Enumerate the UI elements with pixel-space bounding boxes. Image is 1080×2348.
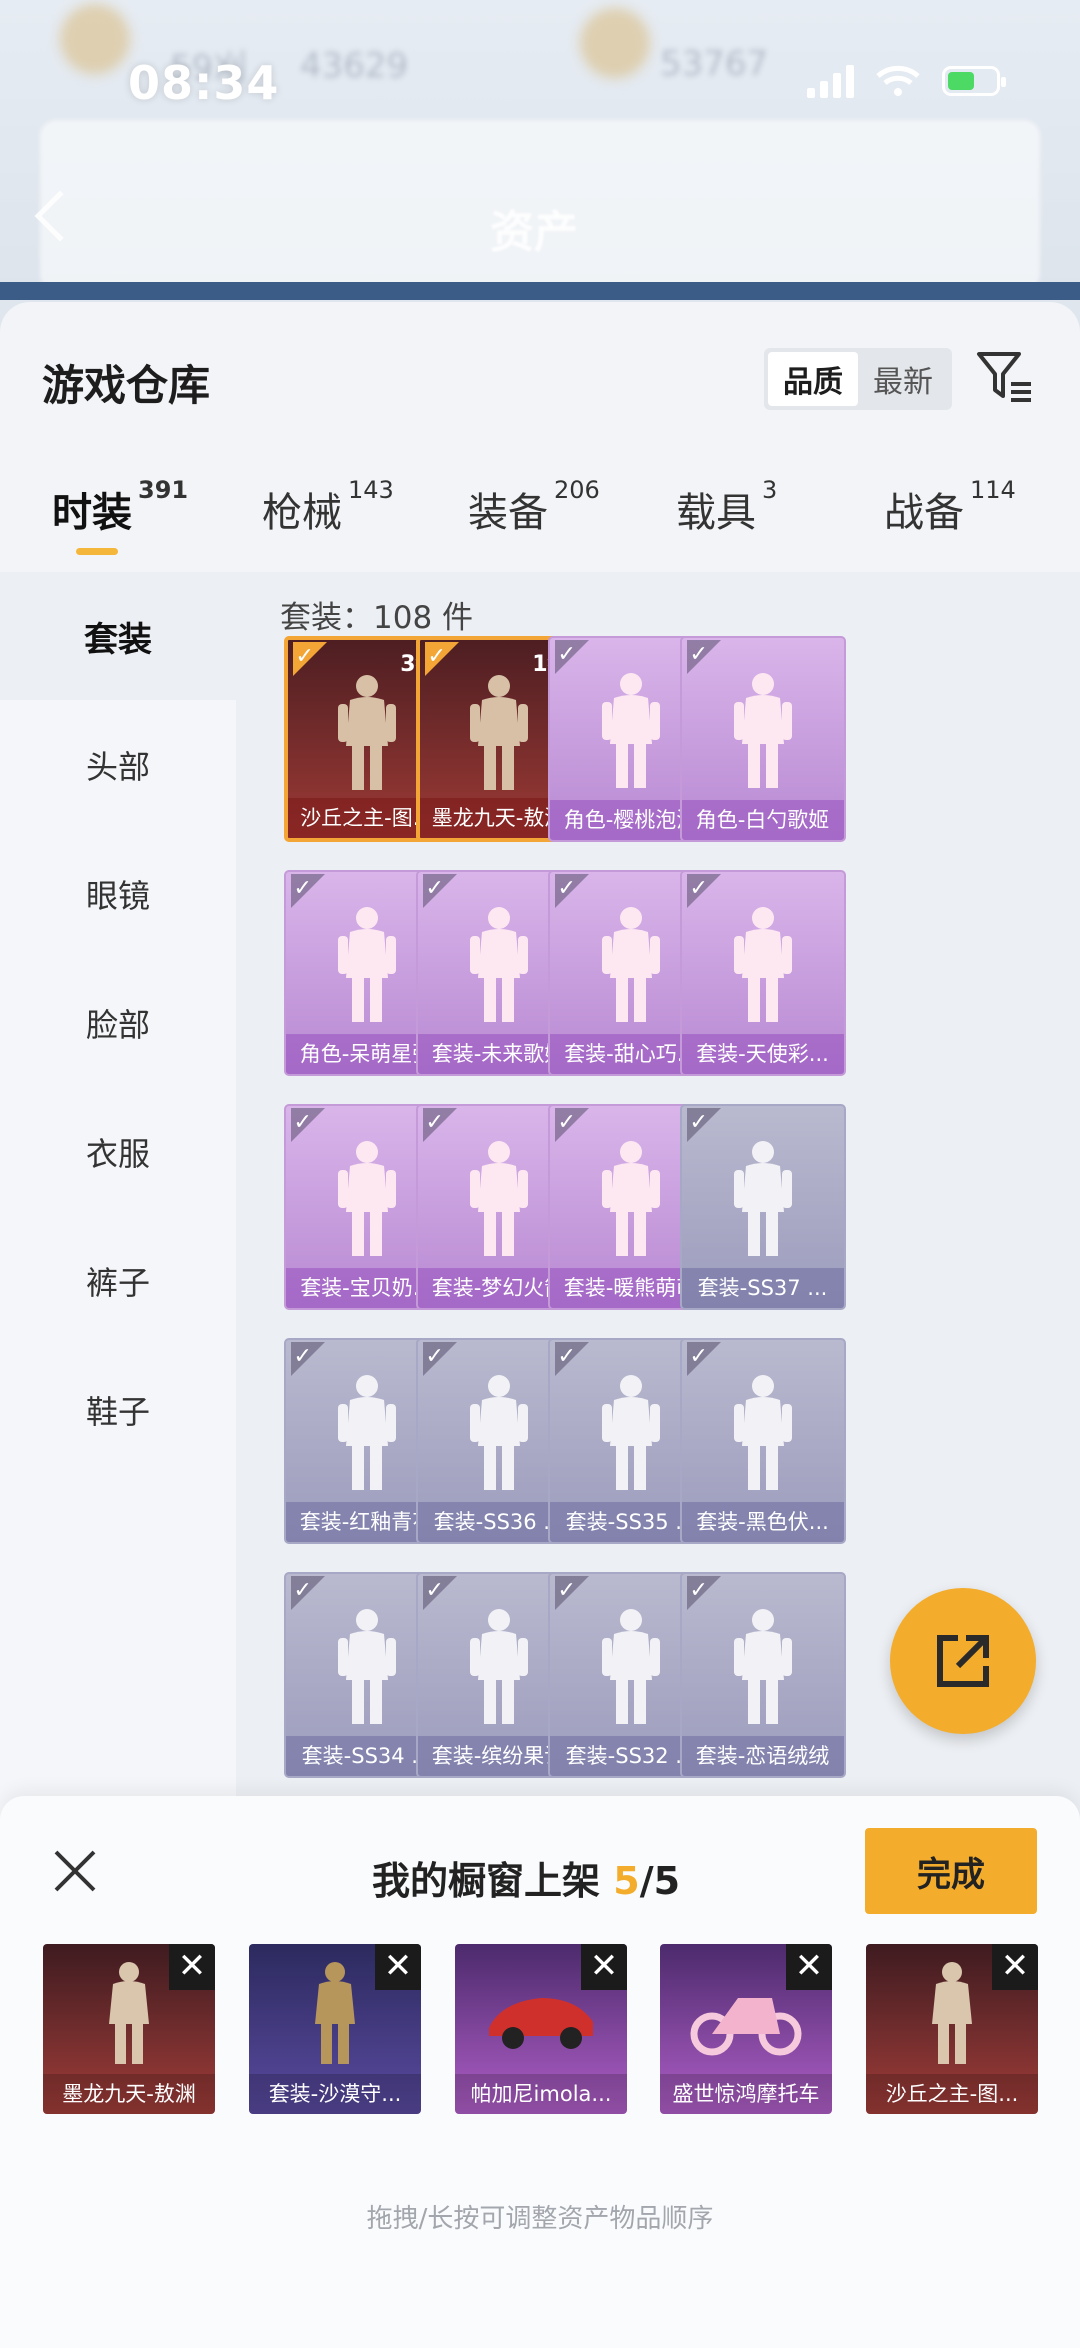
active-tab-indicator <box>76 548 118 555</box>
bg-band <box>0 282 1080 300</box>
remove-icon[interactable]: ✕ <box>581 1944 627 1990</box>
tab-count: 3 <box>762 476 778 504</box>
tab-supplies[interactable]: 战备 114 <box>884 476 1016 538</box>
item-count-label: 套装：108 件 <box>280 600 474 636</box>
showcase-item-name: 沙丘之主-图... <box>866 2074 1038 2114</box>
item-name: 套装-天使彩... <box>681 1034 844 1074</box>
sidebar-item-glasses[interactable]: 眼镜 <box>0 829 236 958</box>
tab-label: 枪械 <box>262 490 342 536</box>
outfit-figure-icon <box>733 1375 792 1490</box>
bg-value-3: 53767 <box>660 44 769 84</box>
tab-count: 143 <box>348 476 394 504</box>
item-name: 套装-黑色伏... <box>681 1502 844 1542</box>
outfit-figure-icon <box>733 907 792 1022</box>
showcase-total-count: /5 <box>639 1859 681 1903</box>
bg-flame-icon <box>580 8 650 78</box>
showcase-slot[interactable]: ✕ 沙丘之主-图... <box>866 1944 1038 2114</box>
item-card[interactable]: ✓ 套装-SS37 ... <box>679 1104 846 1310</box>
item-name: 套装-SS37 ... <box>681 1268 844 1308</box>
done-button[interactable]: 完成 <box>865 1828 1037 1914</box>
filter-icon[interactable] <box>975 350 1035 406</box>
outfit-figure-icon <box>469 1375 528 1490</box>
showcase-item-name: 套装-沙漠守... <box>249 2074 421 2114</box>
sidebar-item-sets[interactable]: 套装 <box>0 572 236 700</box>
showcase-title-text: 我的橱窗上架 <box>372 1859 614 1903</box>
item-card[interactable]: ✓ 套装-黑色伏... <box>679 1338 846 1544</box>
showcase-item-name: 帕加尼imola... <box>455 2074 627 2114</box>
showcase-panel: 我的橱窗上架 5/5 完成 ✕ 墨龙九天-敖渊 ✕ 套装-沙漠守... ✕ 帕加尼imol… <box>0 1796 1080 2348</box>
status-icons <box>807 64 1006 98</box>
outfit-figure-icon <box>601 907 660 1022</box>
outfit-figure-icon <box>337 907 396 1022</box>
showcase-item-name: 盛世惊鸿摩托车 <box>660 2074 832 2114</box>
tab-count: 114 <box>970 476 1016 504</box>
outfit-figure-icon <box>733 1141 792 1256</box>
tab-count: 391 <box>138 476 189 504</box>
sidebar-item-head[interactable]: 头部 <box>0 700 236 829</box>
sheet-title: 游戏仓库 <box>42 361 211 410</box>
remove-icon[interactable]: ✕ <box>786 1944 832 1990</box>
outfit-figure-icon <box>469 907 528 1022</box>
item-name: 套装-恋语绒绒 <box>681 1736 844 1776</box>
background-header: 59刈 43629 53767 资产 08:34 <box>0 0 1080 300</box>
showcase-slot[interactable]: ✕ 帕加尼imola... <box>455 1944 627 2114</box>
outfit-figure-icon <box>469 675 528 790</box>
tab-label: 战备 <box>884 490 964 536</box>
outfit-figure-icon <box>733 673 792 788</box>
close-icon[interactable] <box>50 1846 100 1896</box>
outfit-figure-icon <box>469 1609 528 1724</box>
bg-page-title: 资产 <box>490 207 578 258</box>
tab-label: 时装 <box>52 490 132 536</box>
item-card[interactable]: ✓ 套装-恋语绒绒 <box>679 1572 846 1778</box>
outfit-figure-icon <box>601 1141 660 1256</box>
item-card[interactable]: ✓ 套装-天使彩... <box>679 870 846 1076</box>
tab-label: 装备 <box>468 490 548 536</box>
remove-icon[interactable]: ✕ <box>375 1944 421 1990</box>
signal-icon <box>807 64 854 98</box>
showcase-slot[interactable]: ✕ 墨龙九天-敖渊 <box>43 1944 215 2114</box>
share-button[interactable] <box>890 1588 1036 1734</box>
sidebar-item-shoes[interactable]: 鞋子 <box>0 1345 236 1474</box>
sort-quality-button[interactable]: 品质 <box>768 352 858 406</box>
remove-icon[interactable]: ✕ <box>992 1944 1038 1990</box>
tab-vehicles[interactable]: 载具 3 <box>676 476 777 538</box>
outfit-figure-icon <box>337 1609 396 1724</box>
outfit-figure-icon <box>337 1141 396 1256</box>
sidebar-item-pants[interactable]: 裤子 <box>0 1216 236 1345</box>
outfit-figure-icon <box>601 1375 660 1490</box>
outfit-figure-icon <box>601 1609 660 1724</box>
sidebar-item-clothes[interactable]: 衣服 <box>0 1087 236 1216</box>
remove-icon[interactable]: ✕ <box>169 1944 215 1990</box>
outfit-figure-icon <box>601 673 660 788</box>
bg-value-2: 43629 <box>300 46 409 86</box>
item-name: 角色-白勺歌姬 <box>681 800 844 840</box>
showcase-current-count: 5 <box>613 1859 640 1903</box>
outfit-figure-icon <box>469 1141 528 1256</box>
battery-icon <box>942 66 1006 96</box>
status-time: 08:34 <box>128 56 280 110</box>
tab-label: 载具 <box>676 490 756 536</box>
tab-equipment[interactable]: 装备 206 <box>468 476 600 538</box>
showcase-title: 我的橱窗上架 5/5 <box>372 1850 680 1905</box>
tab-count: 206 <box>554 476 600 504</box>
item-card[interactable]: ✓ 角色-白勺歌姬 <box>679 636 846 842</box>
sort-newest-button[interactable]: 最新 <box>858 352 948 406</box>
outfit-figure-icon <box>337 675 396 790</box>
tab-fashion[interactable]: 时装 391 <box>52 476 188 538</box>
wifi-icon <box>876 65 920 96</box>
reorder-hint: 拖拽/长按可调整资产物品顺序 <box>366 2204 714 2234</box>
showcase-slot[interactable]: ✕ 盛世惊鸿摩托车 <box>660 1944 832 2114</box>
sidebar-item-face[interactable]: 脸部 <box>0 958 236 1087</box>
share-icon <box>937 1635 989 1687</box>
bg-emblem-icon <box>60 4 130 74</box>
showcase-slot[interactable]: ✕ 套装-沙漠守... <box>249 1944 421 2114</box>
category-tabs: 时装 391 枪械 143 装备 206 载具 3 战备 114 <box>0 476 1080 560</box>
sort-toggle: 品质 最新 <box>764 348 952 410</box>
outfit-figure-icon <box>337 1375 396 1490</box>
showcase-item-name: 墨龙九天-敖渊 <box>43 2074 215 2114</box>
tab-guns[interactable]: 枪械 143 <box>262 476 394 538</box>
outfit-figure-icon <box>733 1609 792 1724</box>
